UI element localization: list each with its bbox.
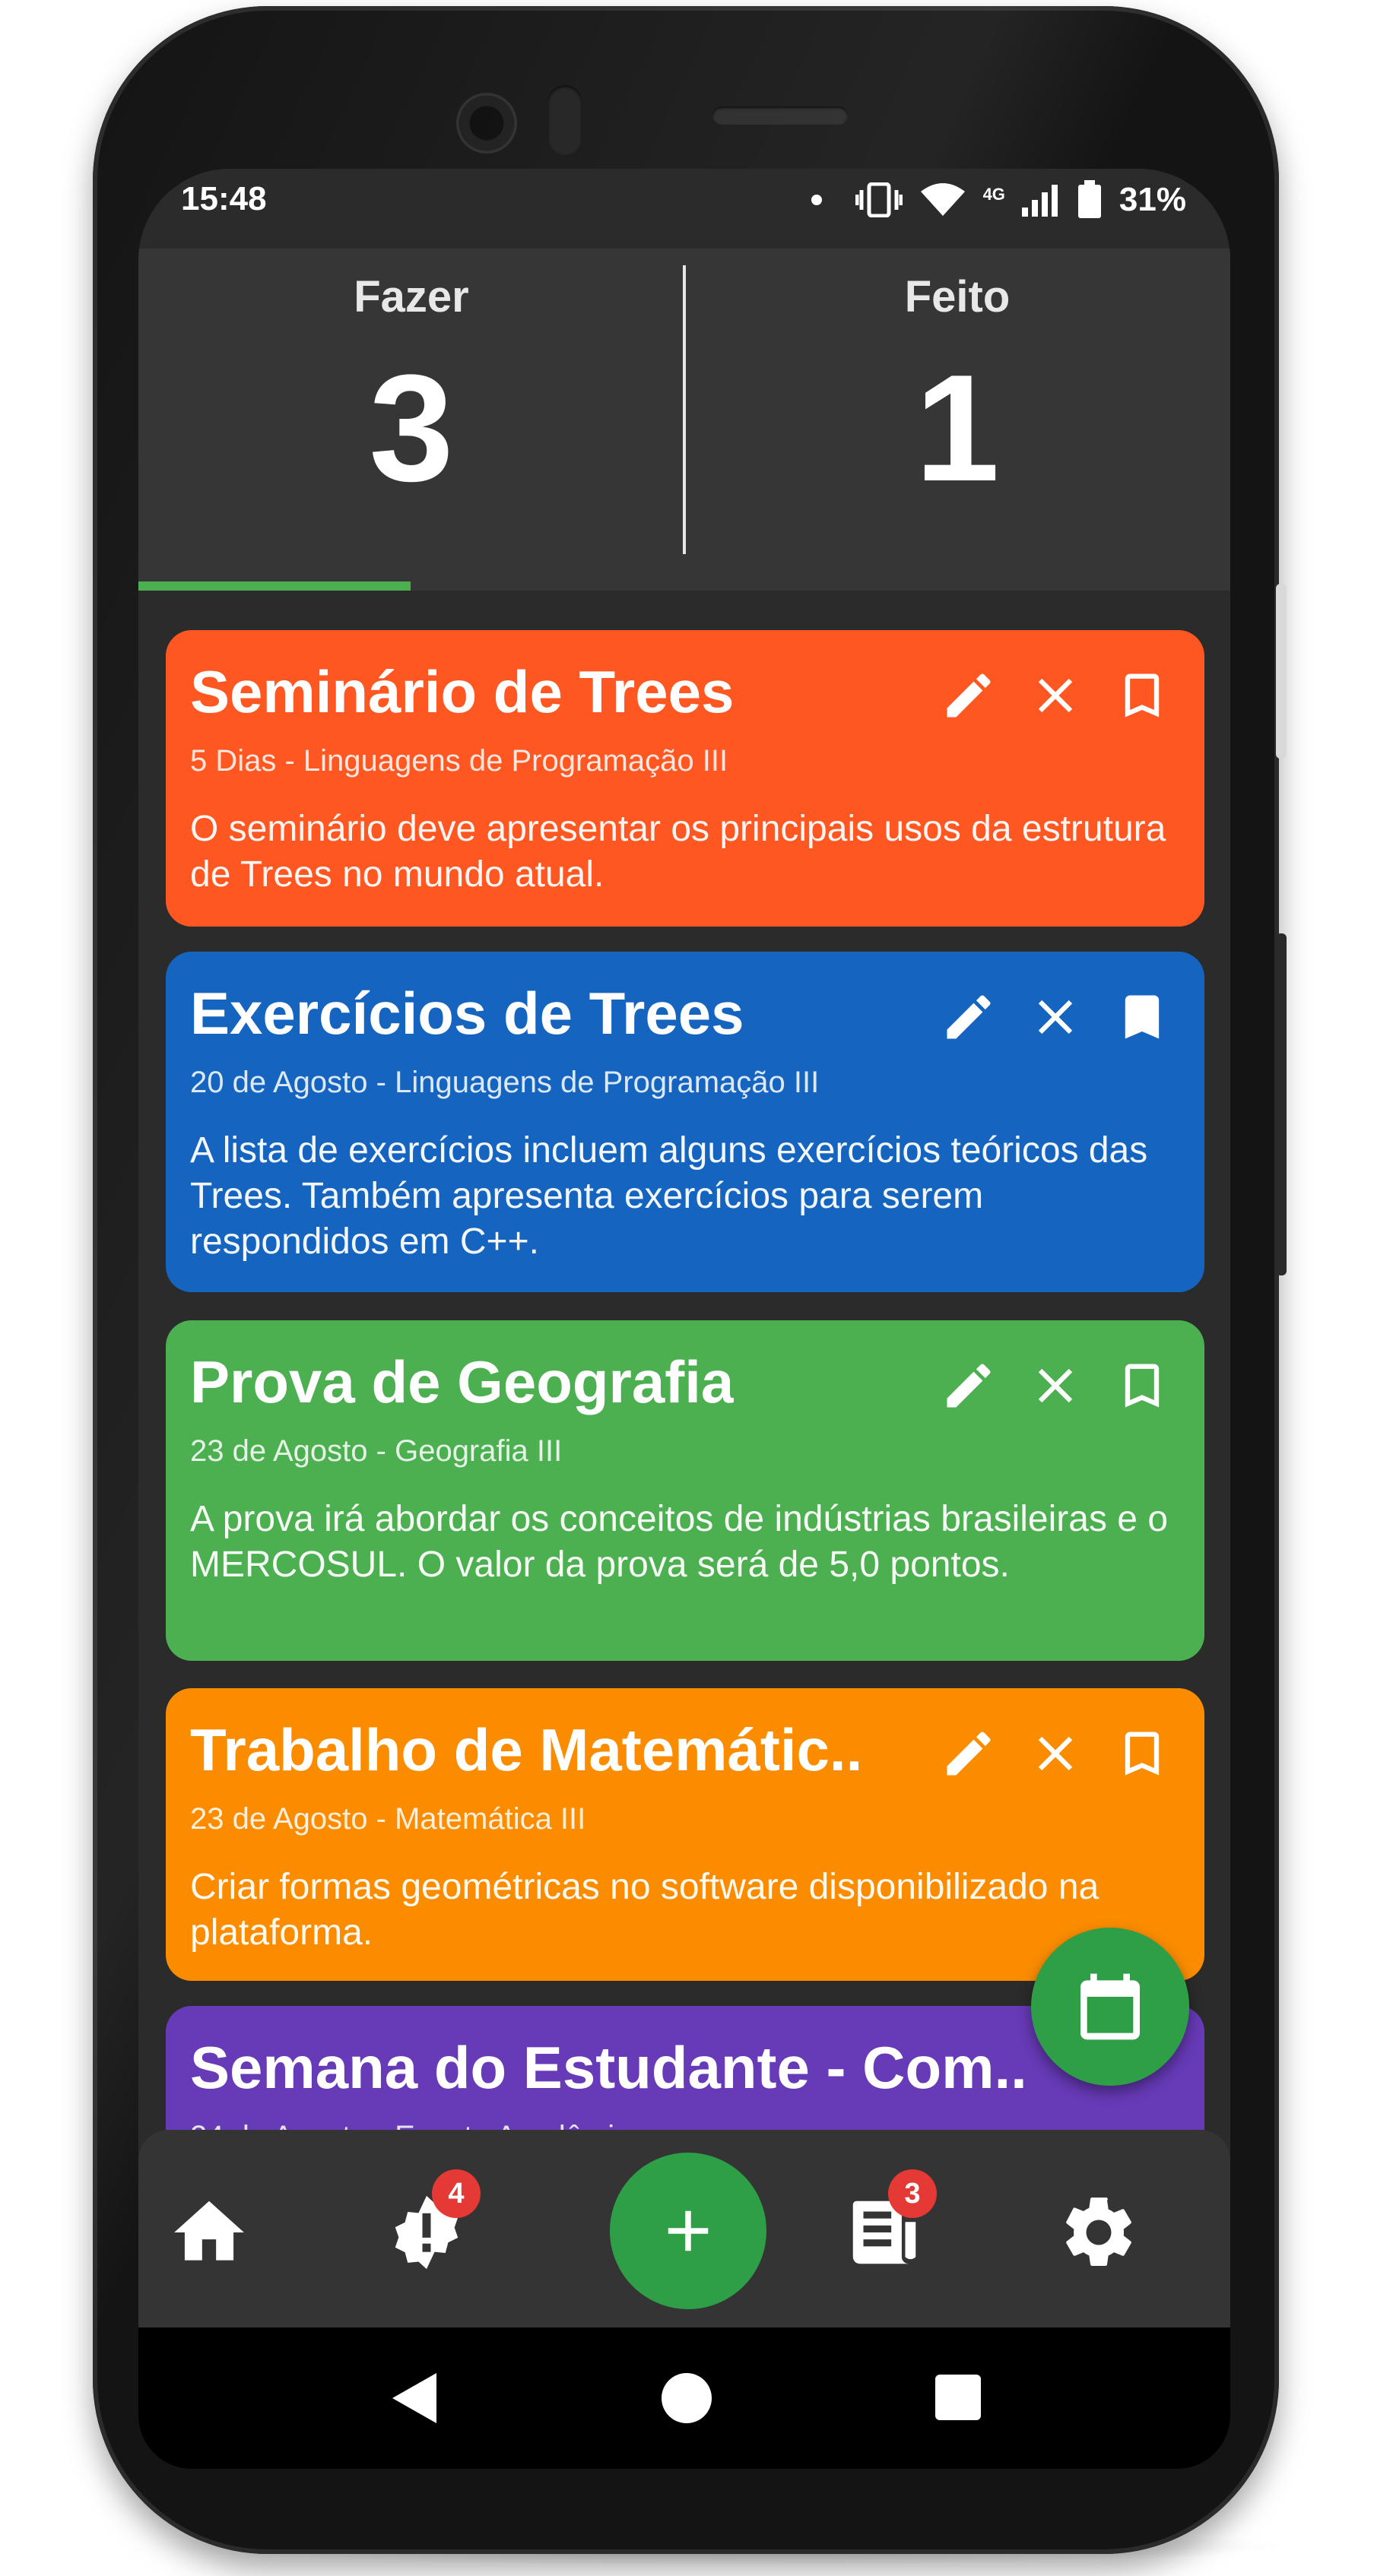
done-label: Feito	[904, 272, 1011, 322]
add-task-button[interactable]	[610, 2153, 766, 2309]
battery-icon	[1077, 180, 1101, 218]
bottom-nav: 4 3	[138, 2130, 1230, 2327]
todo-label: Fazer	[354, 272, 469, 322]
nav-home[interactable]	[167, 2191, 251, 2274]
vibrate-icon	[855, 182, 903, 217]
bookmark-outline-icon[interactable]	[1113, 1357, 1171, 1415]
news-badge: 3	[888, 2169, 937, 2218]
alerts-badge: 4	[432, 2169, 481, 2218]
proximity-sensor	[547, 85, 582, 155]
task-description: A lista de exercícios incluem alguns exe…	[190, 1130, 1148, 1262]
task-description: Criar formas geométricas no software dis…	[190, 1867, 1099, 1953]
recents-icon[interactable]	[935, 2375, 981, 2420]
close-icon[interactable]	[1027, 667, 1084, 724]
back-icon[interactable]	[389, 2372, 439, 2425]
todo-count: 3	[369, 344, 454, 513]
calendar-icon	[1080, 1973, 1140, 2040]
dot-icon	[811, 195, 822, 205]
close-icon[interactable]	[1027, 1725, 1084, 1782]
gear-icon	[1066, 2197, 1131, 2266]
status-icons: 4G 31%	[811, 180, 1186, 220]
power-button	[1276, 584, 1287, 759]
nav-news[interactable]: 3	[842, 2169, 937, 2274]
task-actions	[940, 1725, 1171, 1782]
task-subtitle: 23 de Agosto - Geografia III	[190, 1434, 563, 1468]
home-icon	[174, 2201, 244, 2261]
tab-done[interactable]: Feito 1	[684, 249, 1230, 583]
status-time: 15:48	[181, 180, 267, 217]
close-icon[interactable]	[1027, 1357, 1084, 1415]
task-actions	[940, 988, 1171, 1046]
summary-header: Fazer 3 Feito 1	[138, 249, 1230, 591]
task-title: Exercícios de Trees	[190, 980, 744, 1047]
task-card[interactable]: Seminário de Trees 5 Dias - Linguagens d…	[166, 630, 1204, 927]
edit-icon[interactable]	[940, 988, 998, 1046]
edit-icon[interactable]	[940, 1357, 998, 1415]
task-card[interactable]: Prova de Geografia 23 de Agosto - Geogra…	[166, 1320, 1204, 1661]
task-title: Trabalho de Matemátic..	[190, 1716, 863, 1783]
task-list[interactable]: Seminário de Trees 5 Dias - Linguagens d…	[138, 591, 1230, 2130]
status-bar: 15:48 4G 31%	[138, 169, 1230, 249]
close-icon[interactable]	[1027, 988, 1084, 1046]
task-card[interactable]: Exercícios de Trees 20 de Agosto - Lingu…	[166, 952, 1204, 1292]
task-title: Prova de Geografia	[190, 1348, 735, 1415]
task-subtitle: 20 de Agosto - Linguagens de Programação…	[190, 1066, 820, 1099]
tab-todo[interactable]: Fazer 3	[138, 249, 684, 583]
task-actions	[940, 1357, 1171, 1415]
home-circle-icon[interactable]	[662, 2373, 712, 2423]
plus-icon	[668, 2210, 709, 2251]
bookmark-outline-icon[interactable]	[1113, 1725, 1171, 1782]
volume-button	[1276, 933, 1287, 1275]
nav-alerts[interactable]: 4	[385, 2169, 481, 2274]
edit-icon[interactable]	[940, 667, 998, 724]
edit-icon[interactable]	[940, 1725, 998, 1782]
system-nav-bar	[138, 2327, 1230, 2469]
task-description: A prova irá abordar os conceitos de indú…	[190, 1499, 1169, 1585]
bookmark-filled-icon[interactable]	[1113, 988, 1171, 1046]
signal-icon	[1021, 185, 1058, 217]
task-actions	[940, 667, 1171, 724]
front-camera	[456, 93, 517, 154]
task-subtitle: 23 de Agosto - Matemática III	[190, 1802, 586, 1836]
battery-percent: 31%	[1119, 181, 1186, 218]
task-subtitle: 5 Dias - Linguagens de Programação III	[190, 744, 728, 778]
task-description: O seminário deve apresentar os principai…	[190, 809, 1166, 895]
task-title: Semana do Estudante - Com..	[190, 2034, 1027, 2101]
screen: 15:48 4G 31% Fazer 3 Feito 1 Seminário d…	[138, 169, 1230, 2469]
tab-indicator	[138, 581, 411, 591]
done-count: 1	[915, 344, 1000, 513]
nav-settings[interactable]	[1057, 2191, 1141, 2274]
wifi-icon	[920, 183, 965, 216]
task-subtitle: 24 de Agosto - Evento Acadêmico	[190, 2120, 646, 2130]
calendar-fab[interactable]	[1031, 1928, 1189, 2086]
task-title: Seminário de Trees	[190, 658, 735, 725]
network-type: 4G	[982, 185, 1005, 204]
bookmark-outline-icon[interactable]	[1113, 667, 1171, 724]
task-card[interactable]: Trabalho de Matemátic.. 23 de Agosto - M…	[166, 1688, 1204, 1981]
earpiece-speaker	[712, 106, 848, 125]
